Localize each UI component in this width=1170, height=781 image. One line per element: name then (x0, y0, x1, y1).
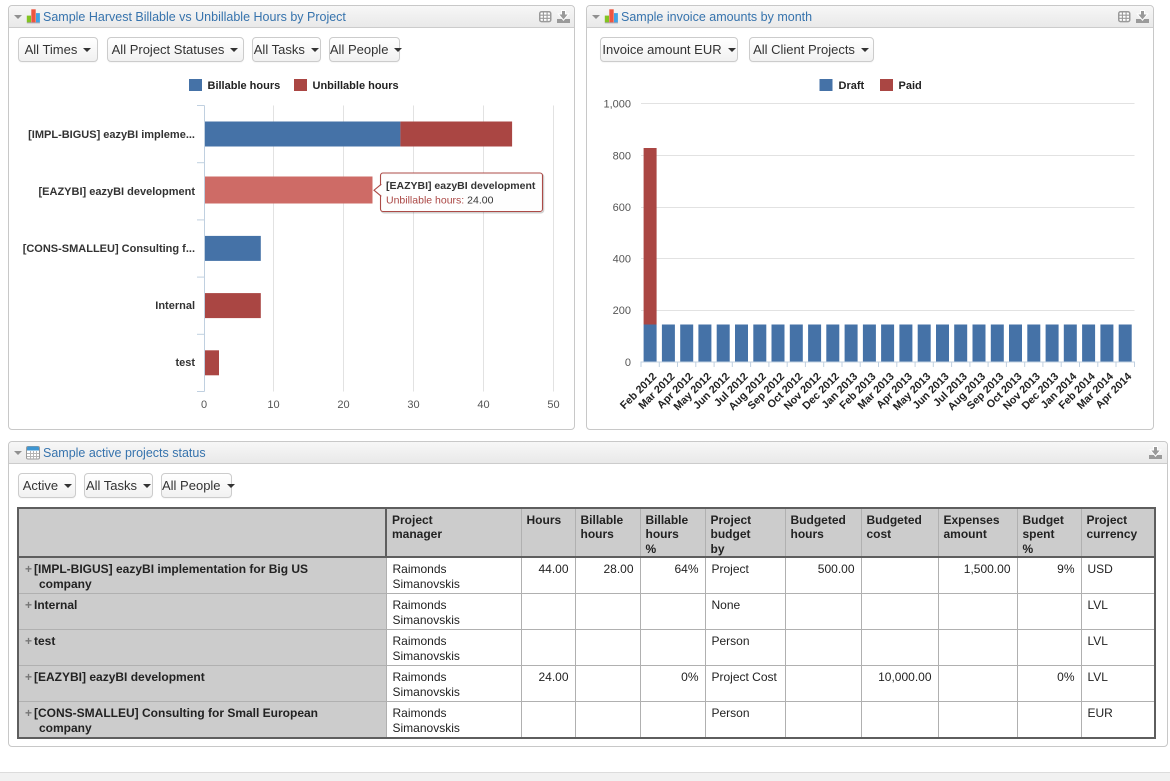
svg-text:Unbillable hours: Unbillable hours (313, 80, 399, 92)
svg-text:Billable hours: Billable hours (208, 80, 281, 92)
svg-text:200: 200 (613, 305, 631, 317)
svg-text:1,000: 1,000 (603, 99, 631, 111)
svg-text:test: test (175, 357, 195, 369)
svg-text:0: 0 (625, 357, 631, 369)
svg-text:Draft: Draft (839, 80, 865, 92)
svg-text:[IMPL-BIGUS] eazyBI impleme...: [IMPL-BIGUS] eazyBI impleme... (28, 129, 195, 141)
svg-text:50: 50 (547, 399, 559, 411)
svg-text:400: 400 (613, 254, 631, 266)
svg-text:0: 0 (201, 399, 207, 411)
svg-text:800: 800 (613, 151, 631, 163)
svg-text:40: 40 (477, 399, 489, 411)
svg-text:10: 10 (267, 399, 279, 411)
svg-text:600: 600 (613, 202, 631, 214)
svg-text:Unbillable hours: 24.00: Unbillable hours: 24.00 (386, 195, 494, 207)
svg-text:30: 30 (407, 399, 419, 411)
svg-text:[EAZYBI] eazyBI development: [EAZYBI] eazyBI development (39, 186, 196, 198)
svg-text:Internal: Internal (155, 300, 195, 312)
svg-text:[CONS-SMALLEU] Consulting f...: [CONS-SMALLEU] Consulting f... (23, 243, 195, 255)
svg-text:Paid: Paid (899, 80, 922, 92)
svg-text:20: 20 (337, 399, 349, 411)
svg-text:[EAZYBI] eazyBI development: [EAZYBI] eazyBI development (386, 180, 536, 192)
